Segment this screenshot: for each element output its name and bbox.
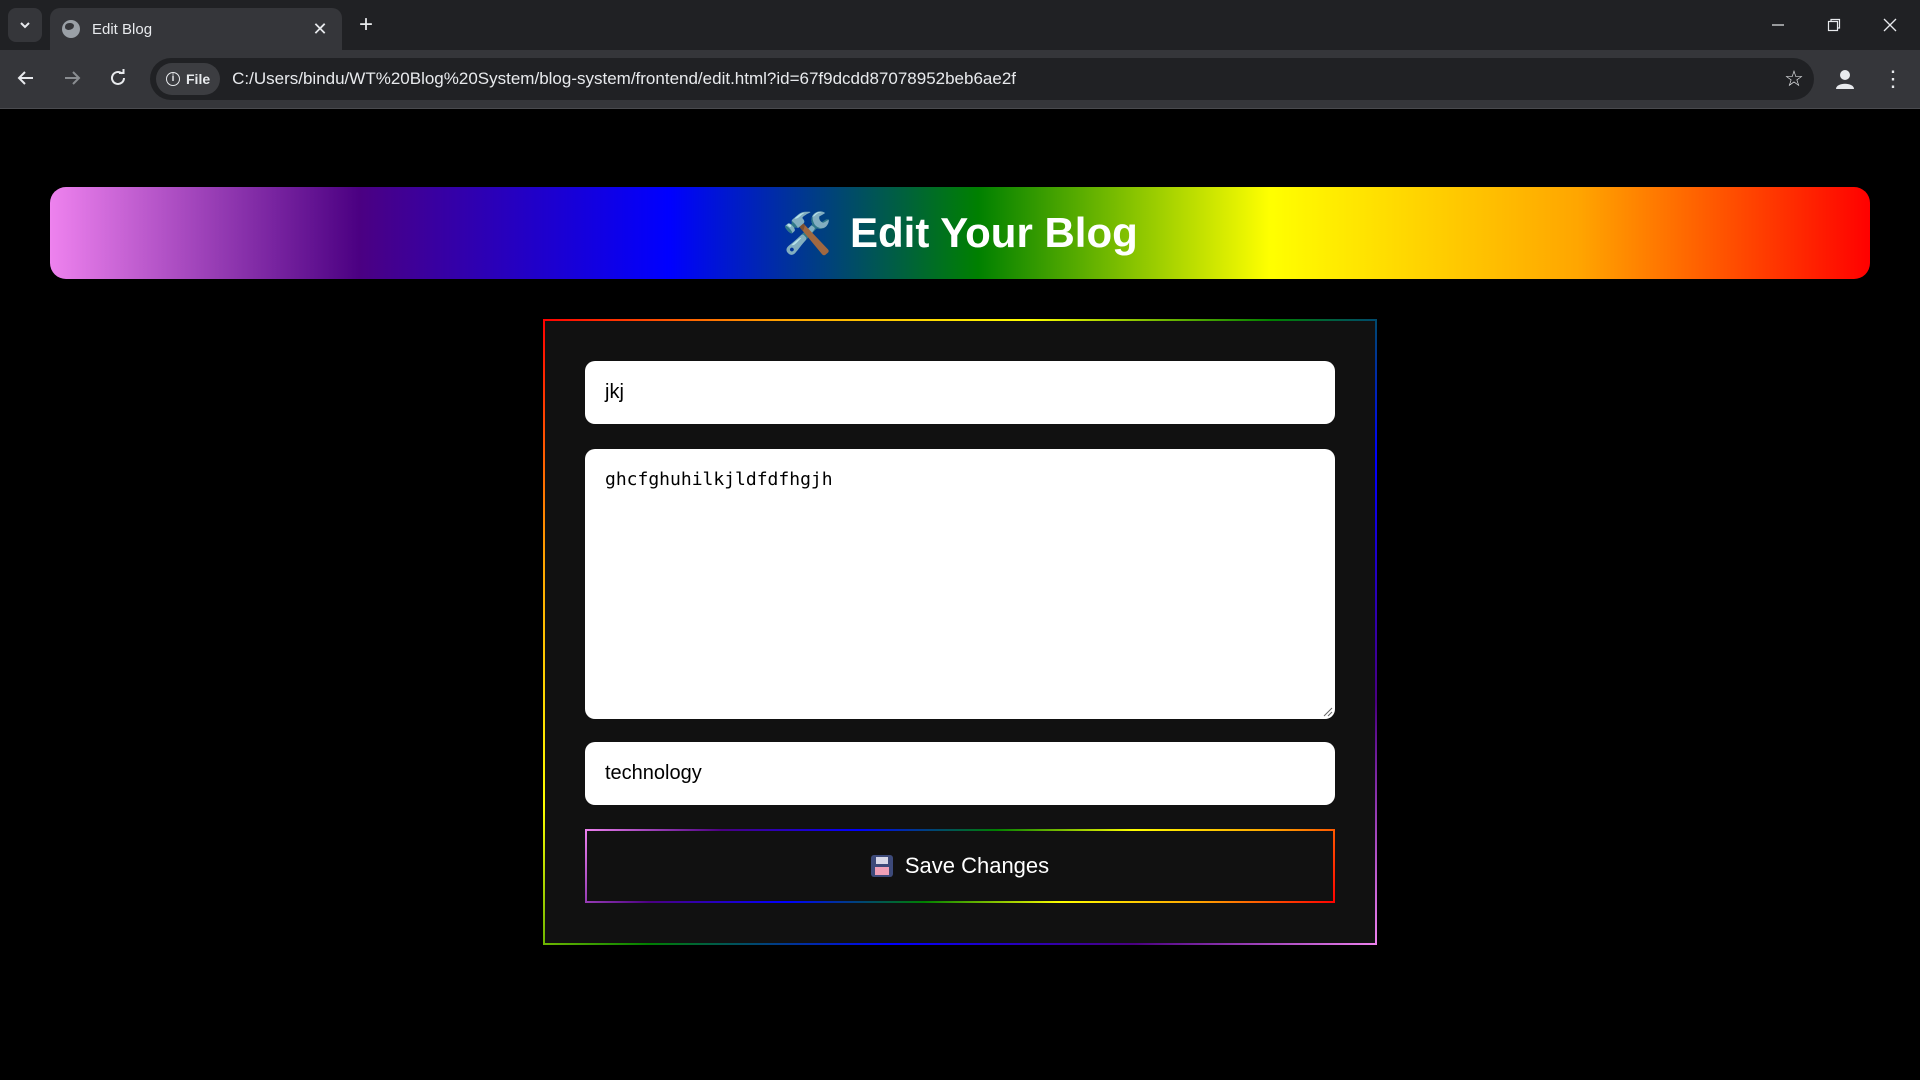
back-button[interactable] bbox=[8, 60, 44, 96]
reload-icon bbox=[111, 69, 125, 85]
forward-button[interactable] bbox=[54, 60, 90, 96]
info-icon: i bbox=[166, 72, 180, 86]
browser-toolbar: i File C:/Users/bindu/WT%20Blog%20System… bbox=[0, 50, 1920, 109]
category-input[interactable]: technology bbox=[585, 742, 1335, 805]
save-label: Save Changes bbox=[904, 853, 1050, 878]
edit-form-card: jkj ghcfghuhilkjldfdfhgjh technology Sav… bbox=[543, 319, 1377, 945]
chevron-down-icon bbox=[20, 22, 30, 29]
title-input[interactable]: jkj bbox=[585, 361, 1335, 424]
bookmark-star-icon[interactable]: ☆ bbox=[1774, 66, 1814, 92]
minimize-button[interactable] bbox=[1750, 0, 1806, 50]
close-icon bbox=[1883, 18, 1897, 32]
reload-button[interactable] bbox=[100, 60, 136, 96]
content-textarea[interactable]: ghcfghuhilkjldfdfhgjh bbox=[585, 449, 1335, 719]
tab-strip: Edit Blog ✕ + bbox=[0, 0, 1920, 50]
arrow-right-icon bbox=[65, 71, 81, 85]
page-title-text: Edit Your Blog bbox=[850, 209, 1138, 256]
tab-edit-blog[interactable]: Edit Blog ✕ bbox=[50, 8, 342, 50]
tools-icon: 🛠️ bbox=[782, 211, 833, 256]
url-text[interactable]: C:/Users/bindu/WT%20Blog%20System/blog-s… bbox=[232, 69, 1774, 89]
arrow-left-icon bbox=[17, 71, 33, 85]
edit-form: jkj ghcfghuhilkjldfdfhgjh technology Sav… bbox=[545, 321, 1375, 943]
restore-button[interactable] bbox=[1806, 0, 1862, 50]
site-info-chip[interactable]: i File bbox=[156, 63, 221, 95]
resize-handle-icon[interactable] bbox=[1323, 707, 1333, 717]
floppy-disk-icon bbox=[870, 855, 893, 877]
tab-title: Edit Blog bbox=[92, 20, 153, 38]
minimize-icon bbox=[1772, 24, 1784, 26]
globe-icon bbox=[62, 20, 80, 38]
page-title: 🛠️ Edit Your Blog bbox=[782, 209, 1138, 257]
new-tab-button[interactable]: + bbox=[352, 12, 380, 40]
profile-button[interactable] bbox=[1828, 62, 1862, 96]
close-tab-icon[interactable]: ✕ bbox=[310, 19, 330, 40]
save-changes-button[interactable]: Save Changes bbox=[587, 831, 1333, 901]
close-window-button[interactable] bbox=[1862, 0, 1918, 50]
page: 🛠️ Edit Your Blog jkj ghcfghuhilkjldfdfh… bbox=[0, 109, 1920, 1080]
more-menu-icon[interactable]: ⋮ bbox=[1876, 62, 1910, 96]
header-banner: 🛠️ Edit Your Blog bbox=[50, 187, 1870, 279]
address-bar[interactable]: i File C:/Users/bindu/WT%20Blog%20System… bbox=[150, 58, 1814, 100]
restore-icon bbox=[1827, 18, 1841, 32]
save-button-frame: Save Changes bbox=[585, 829, 1335, 903]
site-info-label: File bbox=[186, 71, 211, 87]
profile-icon bbox=[1836, 70, 1854, 89]
tab-search-button[interactable] bbox=[8, 8, 42, 42]
